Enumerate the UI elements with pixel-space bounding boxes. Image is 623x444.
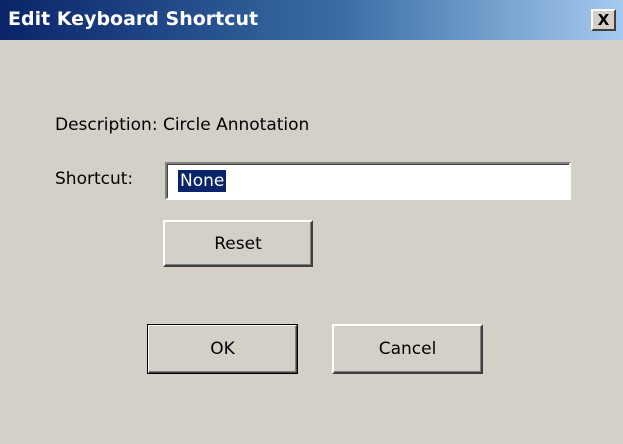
shortcut-input-value: None — [178, 170, 227, 192]
title-bar[interactable]: Edit Keyboard Shortcut X — [0, 0, 623, 40]
close-button[interactable]: X — [591, 9, 616, 31]
close-icon: X — [597, 10, 610, 29]
cancel-button[interactable]: Cancel — [332, 324, 483, 374]
ok-button[interactable]: OK — [147, 324, 298, 374]
dialog-title: Edit Keyboard Shortcut — [8, 8, 259, 30]
description-label: Description: Circle Annotation — [55, 115, 310, 135]
edit-keyboard-shortcut-dialog: Edit Keyboard Shortcut X Description: Ci… — [0, 0, 623, 444]
shortcut-label: Shortcut: — [55, 169, 134, 189]
reset-button[interactable]: Reset — [163, 220, 313, 267]
shortcut-input[interactable]: None — [165, 162, 571, 200]
